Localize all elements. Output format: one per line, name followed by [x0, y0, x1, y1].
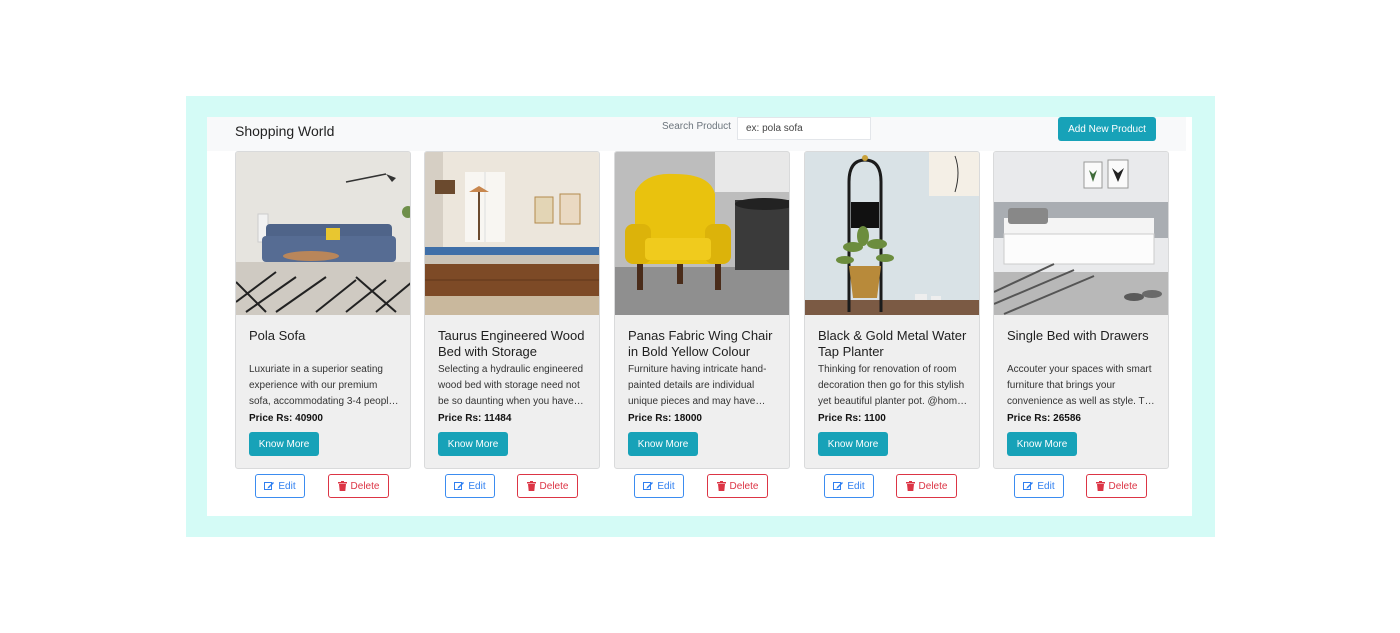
trash-icon — [905, 481, 915, 491]
search-label: Search Product — [662, 121, 731, 132]
delete-button[interactable]: Delete — [707, 474, 768, 498]
delete-button[interactable]: Delete — [896, 474, 957, 498]
trash-icon — [1095, 481, 1105, 491]
edit-button[interactable]: Edit — [445, 474, 495, 498]
search-input[interactable] — [737, 117, 871, 140]
edit-label: Edit — [1037, 480, 1055, 492]
price-value: 40900 — [295, 413, 323, 424]
price-value: 11484 — [484, 413, 512, 424]
trash-icon — [716, 481, 726, 491]
price-label: Price Rs: — [1007, 413, 1051, 424]
product-price: Price Rs: 18000 — [628, 413, 702, 424]
price-value: 1100 — [864, 413, 886, 424]
edit-button[interactable]: Edit — [255, 474, 305, 498]
product-description: Luxuriate in a superior seating experien… — [249, 364, 395, 407]
price-label: Price Rs: — [818, 413, 862, 424]
edit-button[interactable]: Edit — [634, 474, 684, 498]
navbar: Shopping World Search Product Add New Pr… — [207, 117, 1186, 151]
edit-icon — [643, 481, 654, 491]
product-description: Selecting a hydraulic engineered wood be… — [438, 364, 584, 407]
price-label: Price Rs: — [628, 413, 672, 424]
product-title: Black & Gold Metal Water Tap Planter — [818, 328, 967, 359]
know-more-button[interactable]: Know More — [249, 432, 319, 456]
delete-button[interactable]: Delete — [517, 474, 578, 498]
delete-label: Delete — [918, 480, 948, 492]
price-label: Price Rs: — [438, 413, 482, 424]
product-image-single-bed — [994, 152, 1168, 315]
product-card: Single Bed with Drawers Accouter your sp… — [993, 151, 1169, 469]
product-price: Price Rs: 1100 — [818, 413, 886, 424]
delete-label: Delete — [350, 480, 380, 492]
product-card: Taurus Engineered Wood Bed with Storage … — [424, 151, 600, 469]
product-title: Single Bed with Drawers — [1007, 328, 1149, 343]
price-label: Price Rs: — [249, 413, 293, 424]
trash-icon — [337, 481, 347, 491]
product-price: Price Rs: 11484 — [438, 413, 511, 424]
product-image-sofa — [236, 152, 410, 315]
add-new-product-button[interactable]: Add New Product — [1058, 117, 1156, 141]
product-title: Pola Sofa — [249, 328, 306, 343]
product-price: Price Rs: 26586 — [1007, 413, 1081, 424]
edit-button[interactable]: Edit — [824, 474, 874, 498]
edit-icon — [454, 481, 465, 491]
edit-button[interactable]: Edit — [1014, 474, 1064, 498]
know-more-button[interactable]: Know More — [818, 432, 888, 456]
product-price: Price Rs: 40900 — [249, 413, 323, 424]
know-more-button[interactable]: Know More — [438, 432, 508, 456]
product-title: Panas Fabric Wing Chair in Bold Yellow C… — [628, 328, 773, 359]
know-more-button[interactable]: Know More — [628, 432, 698, 456]
price-value: 18000 — [674, 413, 702, 424]
price-value: 26586 — [1053, 413, 1081, 424]
delete-button[interactable]: Delete — [328, 474, 389, 498]
product-description: Accouter your spaces with smart furnitur… — [1007, 364, 1156, 407]
edit-label: Edit — [278, 480, 296, 492]
product-description: Thinking for renovation of room decorati… — [818, 364, 965, 407]
product-title: Taurus Engineered Wood Bed with Storage — [438, 328, 585, 359]
delete-label: Delete — [729, 480, 759, 492]
product-image-wing-chair — [615, 152, 789, 315]
delete-label: Delete — [539, 480, 569, 492]
edit-icon — [833, 481, 844, 491]
product-card: Black & Gold Metal Water Tap Planter Thi… — [804, 151, 980, 469]
app-panel: Shopping World Search Product Add New Pr… — [207, 117, 1192, 516]
know-more-button[interactable]: Know More — [1007, 432, 1077, 456]
edit-label: Edit — [657, 480, 675, 492]
edit-label: Edit — [468, 480, 486, 492]
product-description: Furniture having intricate hand-painted … — [628, 364, 767, 407]
brand-title[interactable]: Shopping World — [235, 123, 334, 139]
page-frame: Shopping World Search Product Add New Pr… — [186, 96, 1215, 537]
delete-label: Delete — [1108, 480, 1138, 492]
edit-icon — [264, 481, 275, 491]
product-image-bed-storage — [425, 152, 599, 315]
edit-icon — [1023, 481, 1034, 491]
edit-label: Edit — [847, 480, 865, 492]
product-card: Pola Sofa Luxuriate in a superior seatin… — [235, 151, 411, 469]
product-card: Panas Fabric Wing Chair in Bold Yellow C… — [614, 151, 790, 469]
trash-icon — [526, 481, 536, 491]
delete-button[interactable]: Delete — [1086, 474, 1147, 498]
product-image-planter — [805, 152, 979, 315]
